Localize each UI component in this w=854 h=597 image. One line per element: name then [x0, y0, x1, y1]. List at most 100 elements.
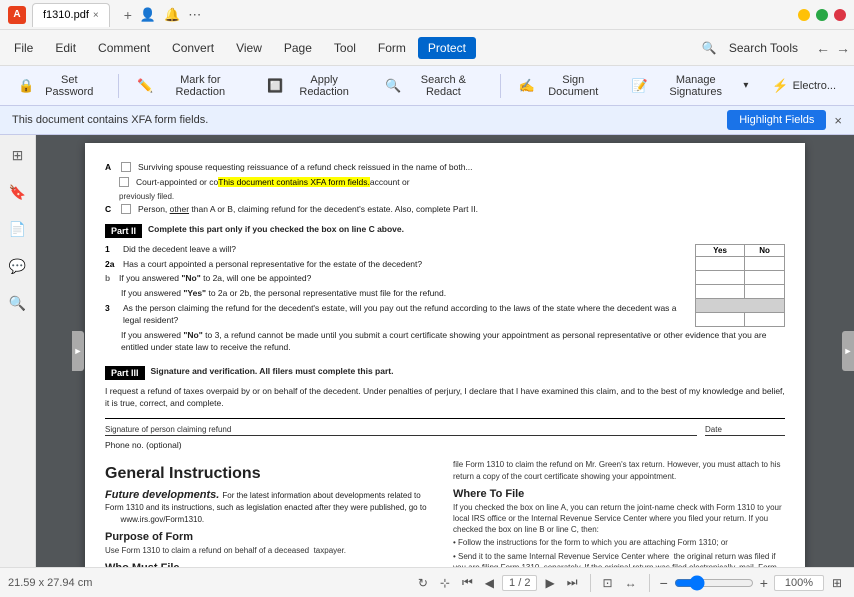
menu-edit[interactable]: Edit [45, 37, 86, 59]
manage-signatures-button[interactable]: 📝 Manage Signatures ▾ [622, 70, 759, 102]
right-page-arrow[interactable]: ► [842, 331, 854, 371]
forward-nav-icon[interactable]: → [836, 40, 850, 56]
q2b: b If you answered "No" to 2a, will one b… [105, 273, 687, 285]
tab-close-button[interactable]: × [93, 10, 99, 21]
first-page-button[interactable]: ⏮ [458, 573, 477, 592]
menu-tool[interactable]: Tool [324, 37, 366, 59]
sidebar-search-icon[interactable]: 🔍 [5, 291, 30, 316]
fit-button[interactable]: ⊡ [599, 574, 617, 592]
general-title: General Instructions [105, 465, 437, 483]
signature-section: Signature of person claiming refund Date… [105, 418, 785, 452]
apply-redaction-icon: 🔲 [267, 78, 283, 94]
row-a-text: Surviving spouse requesting reissuance o… [138, 162, 473, 174]
zoom-out-button[interactable]: − [658, 575, 670, 591]
maximize-button[interactable] [816, 9, 828, 21]
menu-comment[interactable]: Comment [88, 37, 160, 59]
left-page-arrow[interactable]: ► [72, 331, 84, 371]
select-button[interactable]: ⊹ [436, 574, 454, 592]
highlight-fields-button[interactable]: Highlight Fields [727, 110, 826, 130]
menu-protect[interactable]: Protect [418, 37, 476, 59]
row-b-text: Court-appointed or coThis document conta… [136, 177, 410, 189]
current-page: 1 [509, 577, 515, 589]
q3: 3 As the person claiming the refund for … [105, 303, 687, 327]
mark-redaction-button[interactable]: ✏️ Mark for Redaction [127, 70, 253, 102]
minimize-button[interactable] [798, 9, 810, 21]
dimensions-label: 21.59 x 27.94 cm [8, 577, 92, 589]
dropdown-arrow-icon: ▾ [743, 80, 748, 91]
total-pages: 2 [524, 577, 530, 589]
grid-view-button[interactable]: ⊞ [828, 574, 846, 592]
page-number-display[interactable]: 1 / 2 [502, 575, 537, 591]
close-button[interactable] [834, 9, 846, 21]
q1-text: Did the decedent leave a will? [123, 244, 236, 256]
profile-icon[interactable]: 👤 [140, 7, 156, 23]
sidebar-comment-icon[interactable]: 💬 [5, 254, 30, 279]
sig-label: Signature of person claiming refund [105, 425, 697, 436]
tab-filename: f1310.pdf [43, 9, 89, 21]
menubar: File Edit Comment Convert View Page Tool… [0, 30, 854, 66]
bell-icon[interactable]: 🔔 [164, 7, 180, 23]
search-tools-label[interactable]: Search Tools [721, 39, 806, 57]
statusbar: 21.59 x 27.94 cm ↻ ⊹ ⏮ ◀ 1 / 2 ▶ ⏭ ⊡ ↔ −… [0, 567, 854, 597]
electro-icon: ⚡ [772, 78, 788, 94]
part3-header: Part III [105, 366, 145, 380]
zoom-level-display[interactable]: 100% [774, 575, 824, 591]
last-page-button[interactable]: ⏭ [563, 573, 582, 592]
status-divider-2 [649, 574, 650, 592]
signatures-icon: 📝 [632, 78, 648, 94]
part2-header-row: Part II Complete this part only if you c… [105, 220, 785, 241]
window-controls [798, 9, 846, 21]
prev-page-button[interactable]: ◀ [481, 574, 498, 592]
notification-close-button[interactable]: × [834, 113, 842, 128]
checkbox-c [121, 204, 131, 214]
titlebar-icons: 👤 🔔 ⋯ [140, 7, 201, 23]
row-c-label: C [105, 204, 117, 214]
menu-view[interactable]: View [226, 37, 272, 59]
q2b-note: If you answered "Yes" to 2a or 2b, the p… [121, 288, 785, 300]
fit-width-button[interactable]: ↔ [621, 574, 641, 592]
protect-toolbar: 🔒 Set Password ✏️ Mark for Redaction 🔲 A… [0, 66, 854, 106]
app-icon: A [8, 6, 26, 24]
menu-page[interactable]: Page [274, 37, 322, 59]
add-tab-button[interactable]: + [116, 4, 140, 26]
right-col: file Form 1310 to claim the refund on Mr… [453, 459, 785, 567]
q2a: 2a Has a court appointed a personal repr… [105, 259, 687, 271]
sig-statement: I request a refund of taxes overpaid by … [105, 386, 785, 410]
sidebar-pages-icon[interactable]: 📄 [5, 217, 30, 242]
pdf-rows-abc: A Surviving spouse requesting reissuance… [105, 162, 785, 216]
rotate-button[interactable]: ↻ [414, 574, 432, 592]
status-divider [590, 574, 591, 592]
q2b-text: If you answered "No" to 2a, will one be … [119, 273, 311, 285]
mark-redaction-icon: ✏️ [137, 78, 153, 94]
search-redact-button[interactable]: 🔍 Search & Redact [375, 70, 492, 102]
search-icon: 🔍 [702, 41, 717, 55]
menu-form[interactable]: Form [368, 37, 416, 59]
menu-convert[interactable]: Convert [162, 37, 224, 59]
phone-line: Phone no. (optional) [105, 440, 785, 452]
back-nav-icon[interactable]: ← [816, 40, 830, 56]
checkbox-b [119, 177, 129, 187]
zoom-in-button[interactable]: + [758, 575, 770, 591]
notification-text: This document contains XFA form fields. [12, 114, 727, 126]
sidebar-home-icon[interactable]: ⊞ [8, 143, 28, 168]
where-bullet2: • Send it to the same Internal Revenue S… [453, 551, 785, 567]
q3-text: As the person claiming the refund for th… [123, 303, 687, 327]
q2a-num: 2a [105, 259, 119, 269]
zoom-slider[interactable] [674, 575, 754, 591]
more-icon[interactable]: ⋯ [188, 7, 201, 23]
document-tab[interactable]: f1310.pdf × [32, 3, 110, 27]
menu-search-area: 🔍 Search Tools [702, 39, 806, 57]
next-page-button[interactable]: ▶ [541, 574, 558, 592]
row-c-text: Person, other than A or B, claiming refu… [138, 204, 478, 216]
content-area[interactable]: ► ► A Surviving spouse requesting reissu… [36, 135, 854, 567]
row-a-label: A [105, 162, 117, 172]
q1-num: 1 [105, 244, 119, 254]
sign-document-button[interactable]: ✍️ Sign Document [509, 70, 618, 102]
right-col-intro: file Form 1310 to claim the refund on Mr… [453, 459, 785, 481]
status-right: ↻ ⊹ ⏮ ◀ 1 / 2 ▶ ⏭ ⊡ ↔ − + 100% ⊞ [414, 573, 846, 592]
apply-redaction-button[interactable]: 🔲 Apply Redaction [257, 70, 371, 102]
set-password-button[interactable]: 🔒 Set Password [8, 70, 110, 102]
menu-file[interactable]: File [4, 37, 43, 59]
sidebar-bookmark-icon[interactable]: 🔖 [5, 180, 30, 205]
electro-button[interactable]: ⚡ Electro... [762, 74, 846, 98]
